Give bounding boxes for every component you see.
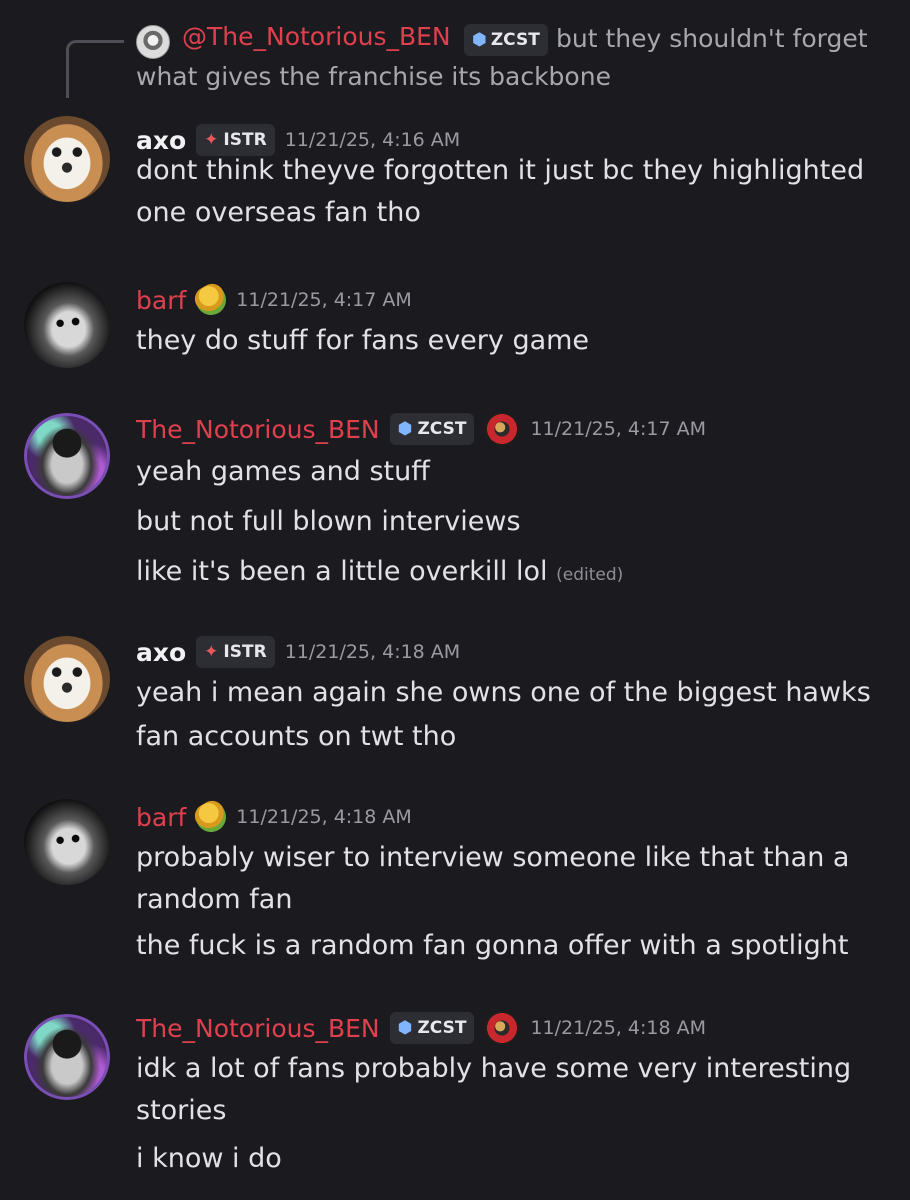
message-text: fan accounts on twt tho — [136, 721, 457, 752]
message-header: barf 11/21/25, 4:17 AM — [136, 279, 412, 321]
message-text: one overseas fan tho — [136, 197, 421, 228]
timestamp[interactable]: 11/21/25, 4:18 AM — [530, 1017, 706, 1039]
message-text: yeah i mean again she owns one of the bi… — [136, 677, 871, 708]
message-text: dont think theyve forgotten it just bc t… — [136, 155, 865, 186]
tag-label: ZCST — [417, 1018, 467, 1038]
server-tag[interactable]: ✦ ISTR — [196, 636, 275, 668]
reply-tag-label: ZCST — [490, 30, 540, 50]
timestamp[interactable]: 11/21/25, 4:16 AM — [285, 129, 461, 151]
message-text: but not full blown interviews — [136, 506, 521, 537]
tag-label: ISTR — [223, 130, 267, 150]
message-header: The_Notorious_BEN ⬢ ZCST 11/21/25, 4:17 … — [136, 409, 706, 449]
reply-text-continued: what gives the franchise its backbone — [136, 62, 611, 91]
sparkle-icon: ✦ — [204, 642, 219, 662]
sparkle-icon: ✦ — [204, 130, 219, 150]
reply-server-tag[interactable]: ⬢ ZCST — [464, 24, 548, 56]
reply-avatar[interactable] — [136, 25, 170, 59]
avatar[interactable] — [24, 1014, 110, 1100]
avatar[interactable] — [24, 282, 110, 368]
timestamp[interactable]: 11/21/25, 4:18 AM — [285, 641, 461, 663]
server-tag[interactable]: ⬢ ZCST — [389, 413, 475, 445]
username[interactable]: barf — [136, 286, 186, 315]
tag-label: ISTR — [223, 642, 267, 662]
username[interactable]: axo — [136, 126, 186, 155]
edited-label: (edited) — [556, 565, 624, 585]
server-tag[interactable]: ⬢ ZCST — [389, 1012, 475, 1044]
username[interactable]: The_Notorious_BEN — [136, 415, 380, 444]
message-text: random fan — [136, 884, 293, 915]
message-text: idk a lot of fans probably have some ver… — [136, 1053, 852, 1084]
corn-emoji-icon — [190, 279, 232, 321]
avatar[interactable] — [24, 413, 110, 499]
blackhawks-logo-icon — [484, 1011, 521, 1045]
message-text-edited-line: like it's been a little overkill lol (ed… — [136, 555, 623, 592]
message-header: barf 11/21/25, 4:18 AM — [136, 796, 412, 838]
username[interactable]: barf — [136, 803, 186, 832]
message-text: probably wiser to interview someone like… — [136, 842, 850, 873]
message-header: The_Notorious_BEN ⬢ ZCST 11/21/25, 4:18 … — [136, 1008, 706, 1048]
timestamp[interactable]: 11/21/25, 4:17 AM — [236, 289, 412, 311]
avatar[interactable] — [24, 636, 110, 722]
corn-emoji-icon — [190, 796, 232, 838]
reply-text: but they shouldn't forget — [556, 24, 868, 53]
timestamp[interactable]: 11/21/25, 4:17 AM — [530, 418, 706, 440]
username[interactable]: axo — [136, 638, 186, 667]
mushroom-icon: ⬢ — [397, 419, 413, 439]
server-tag[interactable]: ✦ ISTR — [196, 124, 275, 156]
message-text: the fuck is a random fan gonna offer wit… — [136, 930, 849, 961]
message-text: they do stuff for fans every game — [136, 325, 590, 356]
message-text: i know i do — [136, 1143, 282, 1174]
message-header: axo ✦ ISTR 11/21/25, 4:18 AM — [136, 632, 460, 672]
message-text: stories — [136, 1095, 227, 1126]
reply-preview[interactable]: @The_Notorious_BEN ⬢ ZCST but they shoul… — [0, 0, 910, 100]
message-text: yeah games and stuff — [136, 456, 430, 487]
username[interactable]: The_Notorious_BEN — [136, 1014, 380, 1043]
timestamp[interactable]: 11/21/25, 4:18 AM — [236, 806, 412, 828]
blackhawks-logo-icon — [484, 412, 521, 446]
tag-label: ZCST — [417, 419, 467, 439]
reply-mention[interactable]: @The_Notorious_BEN — [182, 22, 451, 51]
avatar[interactable] — [24, 116, 110, 202]
reply-spine — [66, 40, 124, 98]
message-text: like it's been a little overkill lol — [136, 556, 548, 587]
chat-view: @The_Notorious_BEN ⬢ ZCST but they shoul… — [0, 0, 910, 1200]
mushroom-icon: ⬢ — [472, 30, 487, 50]
avatar[interactable] — [24, 799, 110, 885]
mushroom-icon: ⬢ — [397, 1018, 413, 1038]
